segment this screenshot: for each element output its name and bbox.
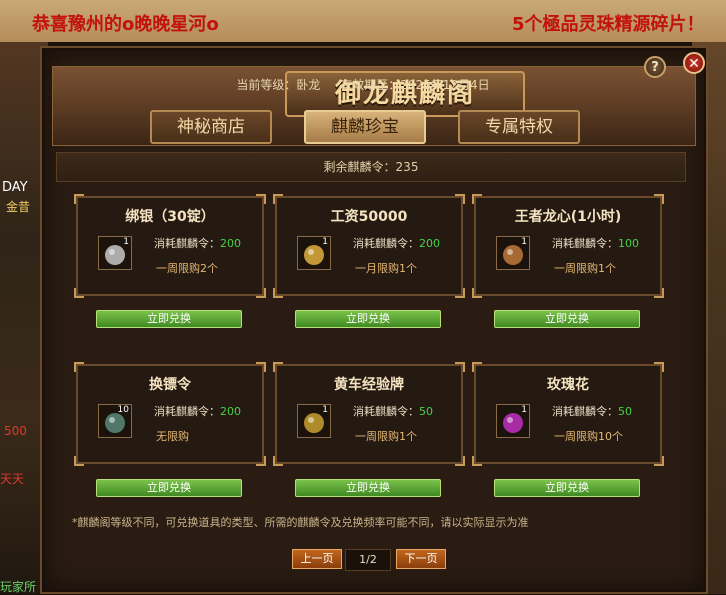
item-slot[interactable]: 1 — [496, 404, 530, 438]
item-name: 工资50000 — [330, 209, 408, 225]
item-slot[interactable]: 1 — [297, 236, 331, 270]
item-name: 绑银（30锭） — [125, 209, 215, 225]
tab-qilin-treasure[interactable]: 麒麟珍宝 — [304, 110, 426, 144]
corner-ornament — [273, 288, 283, 298]
purchase-limit: 无限购 — [156, 430, 189, 443]
item-card: 玫瑰花 1 消耗麒麟令：50 一周限购10个 — [472, 362, 664, 466]
cost-value: 200 — [220, 237, 241, 250]
cost-label: 消耗麒麟令： — [552, 405, 618, 418]
corner-ornament — [472, 456, 482, 466]
corner-ornament — [654, 456, 664, 466]
corner-ornament — [273, 362, 283, 372]
prev-page-button[interactable]: 上一页 — [292, 549, 342, 569]
item-cost: 消耗麒麟令：100 — [552, 235, 639, 251]
item-cost: 消耗麒麟令：50 — [552, 403, 632, 419]
cost-label: 消耗麒麟令： — [552, 237, 618, 250]
current-level: 当前等级：卧龙 — [236, 78, 321, 92]
tab-exclusive-privilege[interactable]: 专属特权 — [458, 110, 580, 144]
close-icon[interactable]: ✕ — [683, 52, 705, 74]
item-count: 1 — [521, 405, 527, 415]
tab-mystery-shop[interactable]: 神秘商店 — [150, 110, 272, 144]
side-text-tiantian: 天天 — [0, 472, 25, 486]
redeem-button[interactable]: 立即兑换 — [295, 310, 441, 328]
cost-value: 50 — [618, 405, 632, 418]
side-text-player: 玩家所 — [0, 580, 37, 594]
cost-label: 消耗麒麟令： — [154, 237, 220, 250]
corner-ornament — [74, 362, 84, 372]
purchase-limit: 一周限购1个 — [554, 262, 616, 275]
item-cost: 消耗麒麟令：200 — [353, 235, 440, 251]
corner-ornament — [256, 288, 266, 298]
corner-ornament — [654, 288, 664, 298]
corner-ornament — [472, 288, 482, 298]
item-count: 1 — [322, 405, 328, 415]
item-count: 1 — [123, 237, 129, 247]
corner-ornament — [455, 194, 465, 204]
expiry-date: 有效期至：2025年12月4日 — [340, 78, 490, 92]
level-info: 当前等级：卧龙 有效期至：2025年12月4日 — [0, 76, 726, 93]
corner-ornament — [256, 456, 266, 466]
item-slot[interactable]: 1 — [297, 404, 331, 438]
cost-label: 消耗麒麟令： — [154, 405, 220, 418]
help-icon[interactable]: ? — [644, 56, 666, 78]
cost-value: 100 — [618, 237, 639, 250]
item-slot[interactable]: 10 — [98, 404, 132, 438]
cost-value: 200 — [419, 237, 440, 250]
item-name: 黄车经验牌 — [334, 377, 404, 393]
corner-ornament — [74, 194, 84, 204]
item-count: 1 — [521, 237, 527, 247]
corner-ornament — [256, 362, 266, 372]
purchase-limit: 一周限购2个 — [156, 262, 218, 275]
corner-ornament — [455, 362, 465, 372]
redeem-button[interactable]: 立即兑换 — [96, 310, 242, 328]
corner-ornament — [74, 456, 84, 466]
redeem-button[interactable]: 立即兑换 — [494, 479, 640, 497]
corner-ornament — [654, 362, 664, 372]
item-name: 王者龙心(1小时) — [514, 209, 622, 225]
next-page-button[interactable]: 下一页 — [396, 549, 446, 569]
corner-ornament — [654, 194, 664, 204]
page-indicator: 1/2 — [345, 549, 391, 571]
item-card: 绑银（30锭） 1 消耗麒麟令：200 一周限购2个 — [74, 194, 266, 298]
item-slot[interactable]: 1 — [98, 236, 132, 270]
item-count: 10 — [117, 405, 129, 415]
item-cost: 消耗麒麟令：200 — [154, 235, 241, 251]
marquee-text-left: 恭喜豫州的o晚晚星河o — [32, 14, 219, 35]
corner-ornament — [74, 288, 84, 298]
cost-value: 200 — [220, 405, 241, 418]
item-name: 换镖令 — [149, 377, 191, 393]
redeem-button[interactable]: 立即兑换 — [96, 479, 242, 497]
announcement-marquee: 恭喜豫州的o晚晚星河o 5个極品灵珠精源碎片！ — [0, 0, 726, 42]
corner-ornament — [273, 456, 283, 466]
item-cost: 消耗麒麟令：50 — [353, 403, 433, 419]
cost-value: 50 — [419, 405, 433, 418]
remaining-tokens: 剩余麒麟令：235 — [56, 152, 686, 182]
side-text-day: DAY — [2, 180, 28, 195]
side-text-jinxi: 金昔 — [6, 200, 31, 214]
corner-ornament — [455, 288, 465, 298]
item-name: 玫瑰花 — [547, 377, 589, 393]
item-cost: 消耗麒麟令：200 — [154, 403, 241, 419]
corner-ornament — [472, 362, 482, 372]
item-slot[interactable]: 1 — [496, 236, 530, 270]
item-card: 王者龙心(1小时) 1 消耗麒麟令：100 一周限购1个 — [472, 194, 664, 298]
side-text-500: 500 — [4, 424, 27, 438]
corner-ornament — [455, 456, 465, 466]
item-card: 工资50000 1 消耗麒麟令：200 一月限购1个 — [273, 194, 465, 298]
item-card: 黄车经验牌 1 消耗麒麟令：50 一周限购1个 — [273, 362, 465, 466]
purchase-limit: 一周限购10个 — [554, 430, 623, 443]
corner-ornament — [256, 194, 266, 204]
marquee-text-right: 5个極品灵珠精源碎片！ — [512, 14, 705, 35]
item-count: 1 — [322, 237, 328, 247]
redeem-button[interactable]: 立即兑换 — [494, 310, 640, 328]
purchase-limit: 一周限购1个 — [355, 430, 417, 443]
redeem-button[interactable]: 立即兑换 — [295, 479, 441, 497]
footnote: *麒麟阁等级不同，可兑换道具的类型、所需的麒麟令及兑换频率可能不同，请以实际显示… — [72, 516, 529, 529]
cost-label: 消耗麒麟令： — [353, 405, 419, 418]
corner-ornament — [273, 194, 283, 204]
corner-ornament — [472, 194, 482, 204]
purchase-limit: 一月限购1个 — [355, 262, 417, 275]
cost-label: 消耗麒麟令： — [353, 237, 419, 250]
item-card: 换镖令 10 消耗麒麟令：200 无限购 — [74, 362, 266, 466]
